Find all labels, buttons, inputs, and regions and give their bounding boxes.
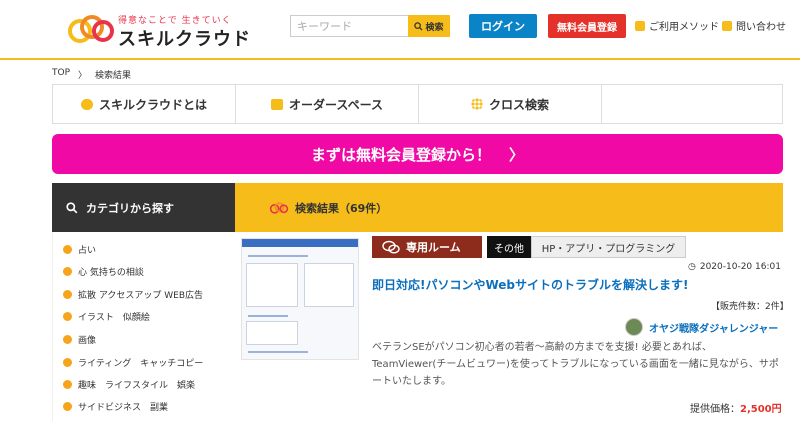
price-value: 2,500円 (740, 404, 782, 415)
result-date: ◷ 2020-10-20 16:01 (688, 262, 781, 272)
tag-other[interactable]: その他 (487, 236, 531, 258)
category-search-label: カテゴリから探す (86, 201, 174, 215)
login-button[interactable]: ログイン (469, 14, 537, 38)
breadcrumb-current: 検索結果 (95, 71, 132, 81)
search-results-count: 検索結果（69件） (295, 201, 388, 215)
thumbnail-line (248, 255, 308, 257)
search-results-header: 検索結果（69件） (235, 183, 783, 232)
logo-name: スキルクラウド (118, 29, 251, 50)
thumbnail-titlebar (242, 239, 358, 247)
message-icon (271, 98, 284, 110)
result-date-text: 2020-10-20 16:01 (699, 262, 781, 272)
chevron-right-icon: 〉 (509, 145, 525, 164)
sidebar-item-hobby[interactable]: 趣味 ライフスタイル 娯楽 (63, 378, 195, 391)
nav-item-label: オーダースペース (289, 97, 383, 112)
breadcrumb: TOP 〉 検索結果 (52, 68, 131, 81)
private-room-badge: 専用ルーム (372, 236, 482, 258)
sidebar-item-label: イラスト 似顔絵 (78, 313, 150, 323)
sidebar-item-label: 拡散 アクセスアップ WEB広告 (78, 291, 204, 301)
sidebar-item-label: ライティング キャッチコピー (78, 359, 204, 369)
heart-icon (63, 267, 72, 276)
mail-icon (722, 20, 732, 31)
sidebar-item-illustration[interactable]: イラスト 似顔絵 (63, 310, 150, 323)
sidebar-item-fortune[interactable]: 占い (63, 243, 96, 256)
image-icon (63, 335, 72, 344)
nav-item-cross-search[interactable]: クロス検索 (419, 85, 602, 123)
register-button[interactable]: 無料会員登録 (548, 14, 626, 38)
sidebar-item-consultation[interactable]: 心 気持ちの相談 (63, 265, 144, 278)
cloud-logo-icon (68, 15, 114, 43)
sidebar-item-label: 画像 (78, 336, 97, 346)
thumbnail-panel (246, 263, 298, 307)
nav-item-empty (602, 85, 782, 123)
tag-category[interactable]: HP・アプリ・プログラミング (531, 236, 686, 258)
search-button-label: 検索 (425, 22, 444, 33)
category-sidebar: 占い 心 気持ちの相談 拡散 アクセスアップ WEB広告 イラスト 似顔絵 画像… (52, 232, 235, 421)
sidebar-item-label: 心 気持ちの相談 (78, 268, 144, 278)
monitor-icon (63, 290, 72, 299)
cta-label: まずは無料会員登録から！ (310, 145, 491, 164)
chat-bubbles-icon (382, 240, 400, 254)
search-icon (66, 201, 78, 213)
cloud-logo-icon (269, 201, 289, 214)
register-cta-banner[interactable]: まずは無料会員登録から！ 〉 (52, 134, 783, 174)
clock-icon: ◷ (688, 262, 696, 272)
thumbnail-line (248, 315, 288, 317)
sidebar-item-writing[interactable]: ライティング キャッチコピー (63, 356, 203, 369)
price-label: 提供価格： (690, 404, 740, 415)
contact-label: 問い合わせ (736, 22, 786, 33)
breadcrumb-top[interactable]: TOP (52, 68, 70, 81)
search-box: 検索 (290, 15, 450, 37)
pencil-icon (63, 312, 72, 321)
sidebar-item-label: 趣味 ライフスタイル 娯楽 (78, 381, 196, 391)
nav-item-label: クロス検索 (488, 97, 549, 112)
category-search-header: カテゴリから探す (52, 183, 235, 232)
avatar (625, 318, 643, 336)
contact-link[interactable]: 問い合わせ (722, 18, 786, 33)
breadcrumb-separator: 〉 (78, 71, 88, 81)
thumbnail-line (248, 351, 308, 353)
game-icon (63, 380, 72, 389)
sidebar-item-image[interactable]: 画像 (63, 333, 96, 346)
site-header: 得意なことで 生きていく スキルクラウド 検索 ログイン 無料会員登録 ご利用メ… (0, 0, 800, 60)
thumbnail-panel (246, 321, 298, 345)
crystal-ball-icon (63, 245, 72, 254)
seller-link[interactable]: オヤジ戦隊ダジャレンジャー (625, 318, 778, 336)
seller-name: オヤジ戦隊ダジャレンジャー (649, 323, 779, 335)
price: 提供価格：2,500円 (690, 400, 782, 415)
sales-count: 【販売件数：2件】 (711, 302, 789, 312)
site-logo[interactable]: 得意なことで 生きていく スキルクラウド (68, 10, 250, 50)
speech-bubble-icon (80, 98, 93, 110)
private-room-label: 専用ルーム (406, 241, 461, 254)
sidebar-item-label: サイドビジネス 副業 (78, 403, 169, 413)
how-to-use-link[interactable]: ご利用メソッド (635, 18, 719, 33)
search-input[interactable] (290, 15, 408, 37)
result-title-link[interactable]: 即日対応!パソコンやWebサイトのトラブルを解決します! (372, 276, 689, 293)
nav-item-about[interactable]: スキルクラウドとは (53, 85, 236, 123)
search-button[interactable]: 検索 (408, 15, 450, 37)
coins-icon (63, 402, 72, 411)
grid-icon (470, 98, 483, 110)
sidebar-item-web-ads[interactable]: 拡散 アクセスアップ WEB広告 (63, 288, 203, 301)
how-to-use-label: ご利用メソッド (649, 22, 719, 33)
thumbnail-panel (304, 263, 354, 307)
result-thumbnail[interactable] (241, 238, 359, 360)
search-icon (414, 21, 424, 31)
sidebar-item-label: 占い (78, 246, 97, 256)
nav-item-label: スキルクラウドとは (98, 97, 207, 112)
result-description: ベテランSEがパソコン初心者の若者〜高齢の方までを支援! 必要とあれば、Team… (372, 342, 779, 387)
shield-icon (635, 20, 645, 31)
sidebar-item-side-business[interactable]: サイドビジネス 副業 (63, 400, 168, 413)
main-nav: スキルクラウドとは オーダースペース クロス検索 (52, 84, 783, 124)
nav-item-order-space[interactable]: オーダースペース (236, 85, 419, 123)
document-icon (63, 358, 72, 367)
